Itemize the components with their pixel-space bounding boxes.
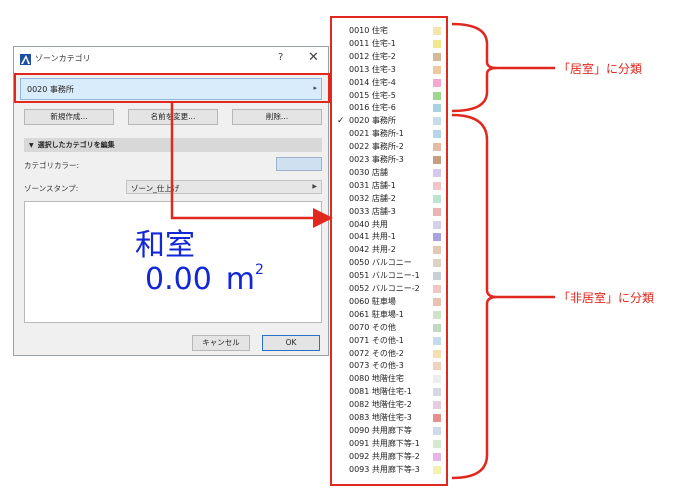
non-habitable-annotation: 「非居室」に分類	[558, 291, 655, 305]
habitable-bracket	[451, 22, 498, 113]
connector-arrow	[170, 103, 333, 228]
habitable-annotation: 「居室」に分類	[558, 62, 643, 76]
non-habitable-bracket	[451, 113, 498, 480]
